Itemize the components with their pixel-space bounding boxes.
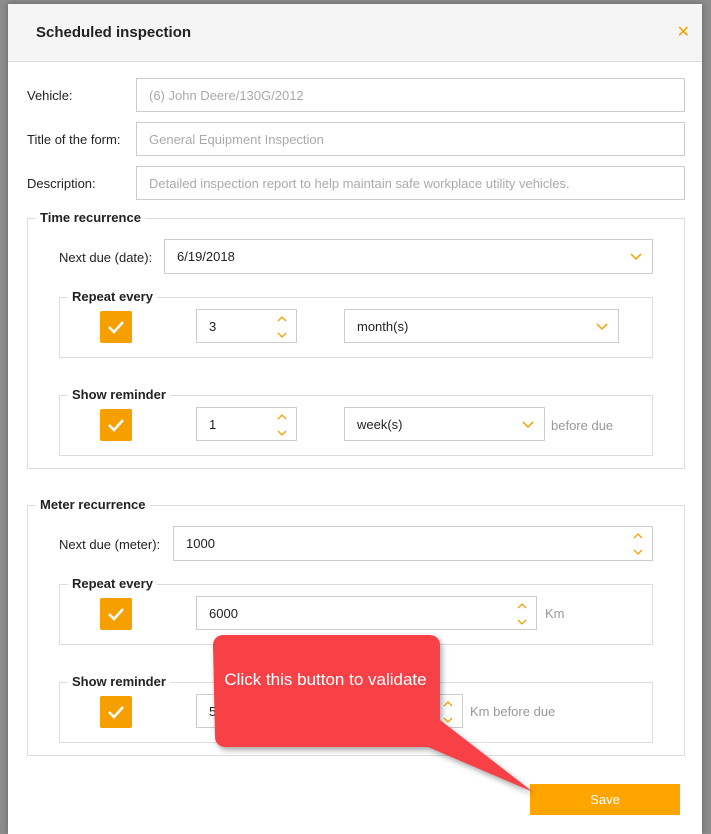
spinner-icon[interactable] [276, 411, 288, 439]
check-icon [108, 608, 124, 621]
reminder-unit-select[interactable]: week(s) [344, 407, 545, 441]
spinner-icon[interactable] [516, 600, 528, 628]
check-icon [108, 321, 124, 334]
meter-reminder-legend: Show reminder [68, 674, 170, 689]
reminder-value-stepper[interactable]: 1 [196, 407, 297, 441]
meter-repeat-checkbox[interactable] [100, 598, 132, 630]
reminder-unit: week(s) [357, 417, 403, 432]
vehicle-label: Vehicle: [27, 88, 73, 103]
spinner-icon[interactable] [632, 530, 644, 558]
meter-repeat-stepper[interactable]: 6000 [196, 596, 537, 630]
chevron-down-icon [596, 323, 608, 331]
repeat-unit-select[interactable]: month(s) [344, 309, 619, 343]
repeat-checkbox[interactable] [100, 311, 132, 343]
title-label: Title of the form: [27, 132, 121, 147]
meter-recurrence-legend: Meter recurrence [36, 497, 150, 512]
callout-text: Click this button to validate [224, 670, 427, 689]
check-icon [108, 419, 124, 432]
next-due-date-label: Next due (date): [59, 250, 153, 265]
meter-repeat-value: 6000 [209, 606, 238, 621]
repeat-value-stepper[interactable]: 3 [196, 309, 297, 343]
reminder-value: 1 [209, 417, 217, 432]
vehicle-field[interactable]: (6) John Deere/130G/2012 [136, 78, 685, 112]
meter-repeat-legend: Repeat every [68, 576, 157, 591]
spinner-icon[interactable] [276, 313, 288, 341]
meter-reminder-checkbox[interactable] [100, 696, 132, 728]
dialog-header: Scheduled inspection ✕ [8, 4, 702, 62]
check-icon [108, 706, 124, 719]
dialog-title: Scheduled inspection [36, 24, 192, 41]
before-due-text: before due [551, 418, 614, 433]
chevron-down-icon [630, 253, 642, 261]
next-due-date-value: 6/19/2018 [177, 249, 235, 264]
next-due-meter-label: Next due (meter): [59, 537, 161, 552]
reminder-checkbox[interactable] [100, 409, 132, 441]
next-due-date-select[interactable]: 6/19/2018 [164, 239, 653, 274]
title-field[interactable]: General Equipment Inspection [136, 122, 685, 156]
close-icon[interactable]: ✕ [677, 22, 690, 42]
description-field[interactable]: Detailed inspection report to help maint… [136, 166, 685, 200]
km-unit-text: Km [545, 606, 565, 621]
next-due-meter-value: 1000 [186, 536, 215, 551]
show-reminder-legend: Show reminder [68, 387, 170, 402]
time-recurrence-legend: Time recurrence [36, 210, 145, 225]
description-label: Description: [27, 176, 96, 191]
save-button[interactable]: Save [530, 784, 680, 815]
chevron-down-icon [522, 421, 534, 429]
repeat-value: 3 [209, 319, 217, 334]
repeat-every-legend: Repeat every [68, 289, 157, 304]
repeat-unit: month(s) [357, 319, 409, 334]
next-due-meter-stepper[interactable]: 1000 [173, 526, 653, 561]
callout-shape [213, 635, 533, 792]
